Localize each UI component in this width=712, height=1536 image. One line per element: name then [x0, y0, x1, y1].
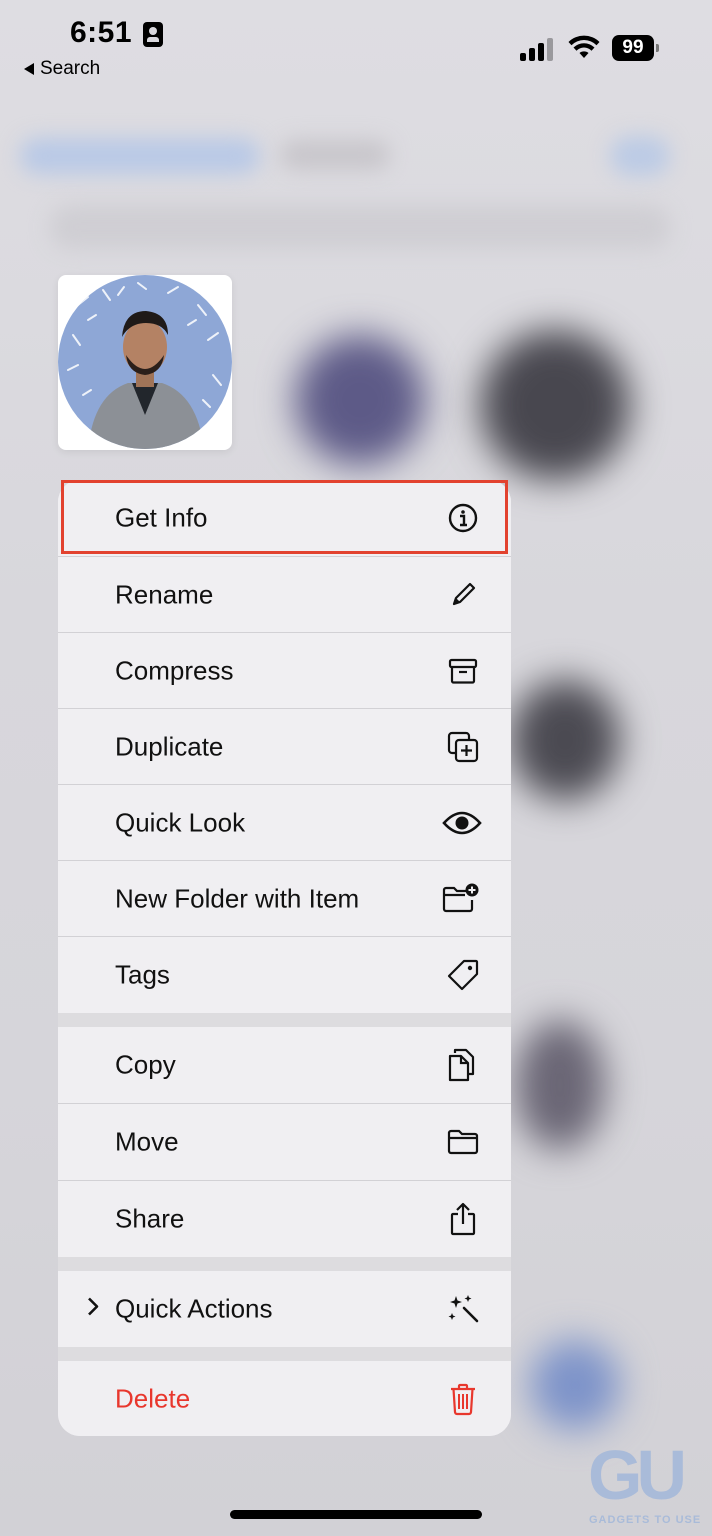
watermark-text: GADGETS TO USE — [589, 1514, 702, 1526]
menu-item-label: Tags — [115, 959, 170, 990]
menu-item-new-folder-with-item[interactable]: New Folder with Item — [58, 861, 511, 937]
selected-file-thumbnail[interactable] — [58, 275, 232, 450]
blurred-file-thumbnail — [515, 1020, 605, 1150]
blurred-file-thumbnail — [530, 1340, 620, 1430]
battery-indicator: 99 — [612, 35, 659, 61]
menu-item-label: Move — [115, 1126, 179, 1157]
blurred-header-button — [610, 136, 670, 176]
menu-item-label: New Folder with Item — [115, 883, 360, 914]
profile-photo-image — [58, 275, 232, 449]
menu-item-get-info[interactable]: Get Info — [58, 480, 511, 556]
menu-item-share[interactable]: Share — [58, 1181, 511, 1257]
menu-item-move[interactable]: Move — [58, 1104, 511, 1180]
menu-item-label: Duplicate — [115, 731, 224, 762]
back-label: Search — [40, 58, 101, 79]
tag-icon — [445, 957, 481, 993]
menu-item-compress[interactable]: Compress — [58, 633, 511, 709]
menu-item-label: Get Info — [115, 502, 208, 533]
pencil-icon — [445, 577, 481, 613]
blurred-file-thumbnail — [295, 335, 425, 465]
blurred-header-title — [280, 140, 390, 170]
chevron-right-icon — [86, 1297, 100, 1322]
menu-item-label: Copy — [115, 1049, 176, 1080]
status-bar: 6:51 Search 99 — [0, 0, 712, 90]
back-to-search-link[interactable]: Search — [24, 58, 100, 80]
blurred-file-thumbnail — [510, 680, 620, 800]
context-menu: Get Info Rename Compress Duplicate Quick… — [58, 480, 511, 1436]
trash-icon — [445, 1381, 481, 1417]
menu-item-tags[interactable]: Tags — [58, 937, 511, 1013]
menu-item-rename[interactable]: Rename — [58, 557, 511, 633]
menu-section-gap — [58, 1347, 511, 1361]
folder-icon — [445, 1124, 481, 1160]
info-circle-icon — [445, 500, 481, 536]
menu-item-label: Share — [115, 1203, 185, 1234]
menu-item-label: Compress — [115, 655, 234, 686]
menu-item-label: Quick Look — [115, 807, 246, 838]
eye-icon — [441, 805, 483, 841]
menu-item-delete[interactable]: Delete — [58, 1361, 511, 1436]
cellular-signal-icon — [520, 38, 553, 61]
menu-item-label: Delete — [115, 1383, 191, 1413]
blurred-search-bar — [50, 205, 670, 249]
archive-box-icon — [445, 653, 481, 689]
watermark-logo: GU — [588, 1436, 687, 1514]
blurred-header-segment — [20, 138, 260, 174]
watermark: GU GADGETS TO USE — [588, 1436, 702, 1528]
screen: 6:51 Search 99 Get Info Rename Compress … — [0, 0, 712, 1536]
share-icon — [445, 1201, 481, 1237]
menu-section-gap — [58, 1013, 511, 1027]
copy-documents-icon — [445, 1047, 481, 1083]
back-triangle-icon — [24, 63, 34, 75]
menu-item-copy[interactable]: Copy — [58, 1027, 511, 1103]
home-indicator[interactable] — [230, 1510, 482, 1519]
wifi-icon — [568, 35, 600, 58]
sparkles-wand-icon — [445, 1291, 481, 1327]
duplicate-plus-icon — [445, 729, 481, 765]
blurred-file-thumbnail — [480, 330, 630, 480]
focus-person-icon — [143, 22, 163, 47]
menu-item-label: Rename — [115, 579, 214, 610]
menu-item-quick-look[interactable]: Quick Look — [58, 785, 511, 861]
folder-badge-plus-icon — [441, 881, 481, 917]
status-time: 6:51 — [70, 16, 133, 49]
menu-item-label: Quick Actions — [115, 1293, 273, 1324]
menu-section-gap — [58, 1257, 511, 1271]
menu-item-duplicate[interactable]: Duplicate — [58, 709, 511, 785]
menu-item-quick-actions[interactable]: Quick Actions — [58, 1271, 511, 1347]
